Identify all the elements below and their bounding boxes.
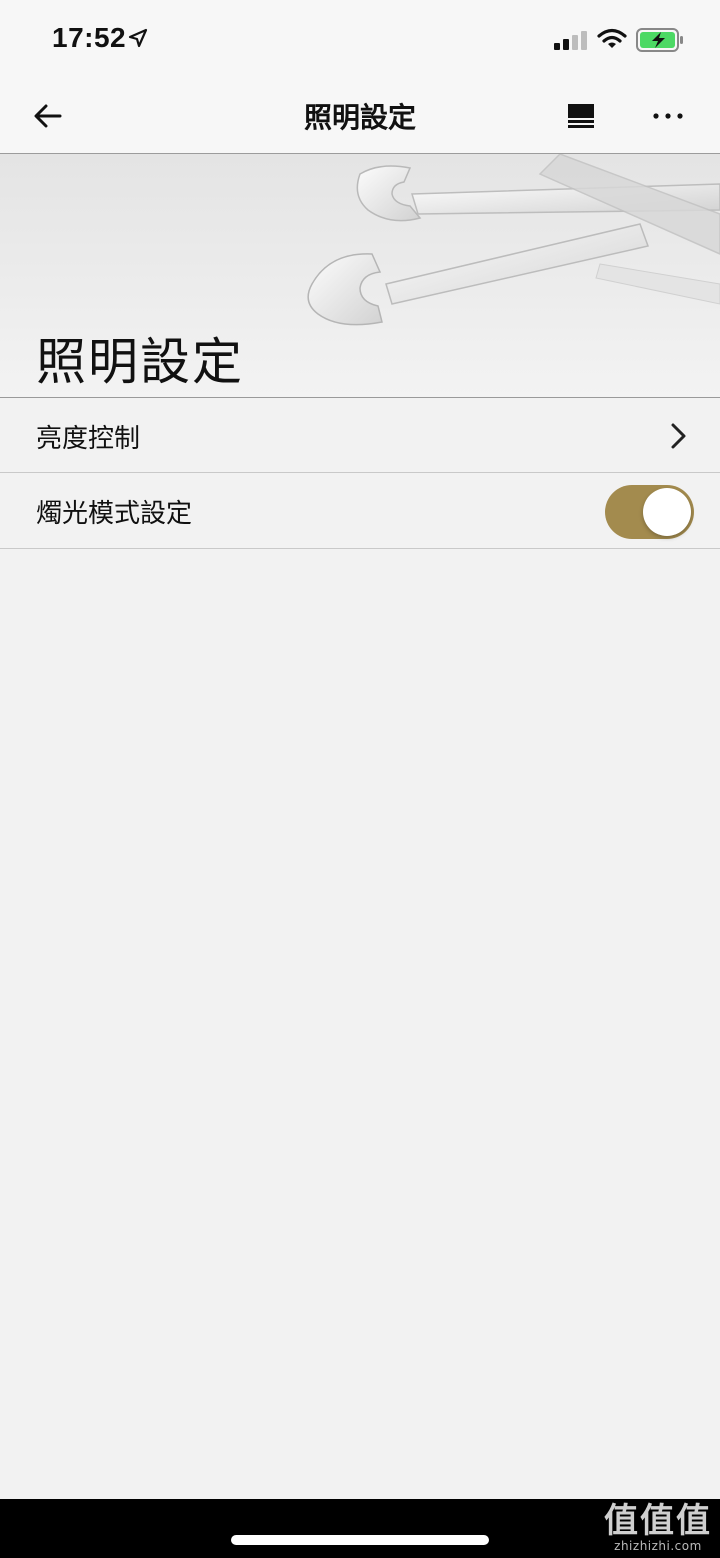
status-bar: 17:52 bbox=[0, 0, 720, 78]
candle-mode-label: 燭光模式設定 bbox=[36, 499, 193, 529]
list-view-icon[interactable] bbox=[566, 102, 596, 130]
location-arrow-icon bbox=[128, 28, 148, 48]
nav-bar: 照明設定 bbox=[0, 78, 720, 154]
brightness-control-row[interactable]: 亮度控制 bbox=[0, 398, 720, 473]
watermark-text: zhizhizhi.com bbox=[614, 1539, 702, 1553]
status-time: 17:52 bbox=[52, 22, 127, 53]
watermark-logo: 值值值 bbox=[604, 1501, 712, 1541]
wifi-icon bbox=[597, 28, 627, 48]
candle-mode-row: 燭光模式設定 bbox=[0, 473, 720, 549]
more-icon[interactable] bbox=[648, 102, 688, 130]
chevron-right-icon bbox=[671, 423, 686, 449]
candle-mode-toggle[interactable] bbox=[605, 485, 694, 539]
bottom-bar: 值值值 zhizhizhi.com bbox=[0, 1499, 720, 1558]
brightness-control-label: 亮度控制 bbox=[36, 424, 141, 454]
page-title: 照明設定 bbox=[36, 333, 244, 391]
nav-title: 照明設定 bbox=[303, 101, 416, 134]
settings-list: 亮度控制 燭光模式設定 bbox=[0, 398, 720, 549]
cellular-signal-icon bbox=[554, 31, 587, 50]
watermark: 值值值 zhizhizhi.com bbox=[604, 1503, 712, 1553]
battery-charging-icon bbox=[636, 28, 683, 52]
header-banner: 照明設定 bbox=[0, 154, 720, 398]
toggle-knob bbox=[643, 488, 691, 536]
home-indicator[interactable] bbox=[231, 1535, 489, 1545]
